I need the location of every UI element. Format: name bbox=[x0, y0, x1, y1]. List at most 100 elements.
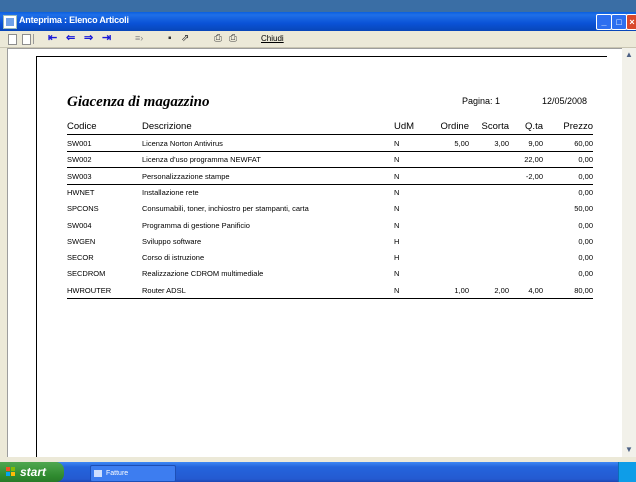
taskbar: start Fatture bbox=[0, 462, 636, 482]
table-row: SW004 Programma di gestione Panificio N 0,0… bbox=[37, 221, 607, 237]
cell-udm: H bbox=[394, 253, 400, 263]
title-bar[interactable]: Anteprima : Elenco Articoli _ □ × bbox=[0, 12, 636, 31]
column-header-codice: Codice bbox=[67, 121, 97, 132]
next-page-button[interactable]: ⇒ bbox=[84, 32, 93, 45]
report-date: 12/05/2008 bbox=[542, 96, 588, 106]
table-row: SW001 Licenza Norton Antivirus N 5,00 3,00 9,… bbox=[37, 139, 607, 155]
minimize-button[interactable]: _ bbox=[596, 14, 612, 30]
app-window-icon bbox=[3, 15, 17, 29]
column-header-prezzo: Prezzo bbox=[563, 121, 593, 132]
row-divider bbox=[67, 151, 593, 152]
toolbar-separator bbox=[33, 34, 34, 44]
cell-descrizione: Licenza Norton Antivirus bbox=[142, 139, 223, 148]
cell-prezzo: 0,00 bbox=[578, 236, 593, 246]
maximize-button[interactable]: □ bbox=[611, 14, 627, 30]
cell-codice: SPCONS bbox=[67, 204, 99, 214]
table-row: SWGEN Sviluppo software H 0,00 bbox=[37, 237, 607, 253]
single-page-icon[interactable] bbox=[8, 34, 17, 45]
vertical-scrollbar[interactable]: ▲ ▼ bbox=[622, 48, 636, 457]
scroll-down-icon[interactable]: ▼ bbox=[622, 443, 636, 457]
cell-descrizione: Router ADSL bbox=[142, 285, 186, 295]
cell-udm: N bbox=[394, 171, 400, 181]
cell-prezzo: 80,00 bbox=[574, 285, 593, 295]
taskbar-item-label: Fatture bbox=[106, 470, 129, 477]
windows-flag-icon bbox=[6, 467, 16, 477]
report-page: Giacenza di magazzino Pagina: 1 12/05/20… bbox=[36, 56, 607, 457]
cell-udm: N bbox=[394, 285, 400, 295]
cell-prezzo: 0,00 bbox=[578, 253, 593, 263]
cell-descrizione: Installazione rete bbox=[142, 187, 199, 197]
prev-page-button[interactable]: ⇐ bbox=[66, 32, 75, 45]
table-row: HWROUTER Router ADSL N 1,00 2,00 4,00 80,00 bbox=[37, 286, 607, 302]
window-title: Anteprima : Elenco Articoli bbox=[19, 15, 129, 25]
column-header-ordine: Ordine bbox=[440, 121, 469, 132]
cell-descrizione: Personalizzazione stampe bbox=[142, 171, 230, 181]
cell-prezzo: 50,00 bbox=[574, 204, 593, 214]
column-header-scorta: Scorta bbox=[481, 121, 509, 132]
taskbar-item-fatture[interactable]: Fatture bbox=[90, 465, 176, 482]
column-header-qta: Q.ta bbox=[525, 121, 543, 132]
column-header-descrizione: Descrizione bbox=[142, 121, 192, 132]
cell-scorta: 3,00 bbox=[494, 139, 509, 148]
cell-qta: 9,00 bbox=[528, 139, 543, 148]
table-row: HWNET Installazione rete N 0,00 bbox=[37, 188, 607, 204]
printer-icon[interactable]: ⎙ bbox=[214, 32, 222, 45]
cell-udm: N bbox=[394, 269, 400, 279]
cell-descrizione: Consumabili, toner, inchiostro per stamp… bbox=[142, 204, 309, 214]
last-page-button[interactable]: ⇥ bbox=[102, 32, 111, 45]
table-row: SW002 Licenza d'uso programma NEWFAT N 22,0… bbox=[37, 155, 607, 171]
system-tray[interactable] bbox=[618, 462, 636, 482]
cell-udm: N bbox=[394, 204, 400, 214]
cell-scorta: 2,00 bbox=[494, 285, 509, 295]
two-page-icon[interactable] bbox=[22, 34, 31, 45]
app-window-icon bbox=[94, 470, 102, 477]
cell-codice: SW003 bbox=[67, 171, 92, 181]
cell-prezzo: 0,00 bbox=[578, 269, 593, 279]
cell-codice: SECDROM bbox=[67, 269, 106, 279]
row-divider bbox=[67, 297, 593, 299]
save-disk-icon[interactable]: ▪ bbox=[168, 32, 172, 45]
preview-window: Anteprima : Elenco Articoli _ □ × ⇤ ⇐ ⇒ … bbox=[0, 12, 636, 474]
cell-codice: HWROUTER bbox=[67, 285, 112, 295]
table-row: SW003 Personalizzazione stampe N -2,00 0,00 bbox=[37, 172, 607, 188]
table-row: SPCONS Consumabili, toner, inchiostro per… bbox=[37, 204, 607, 220]
header-underline bbox=[67, 134, 593, 135]
cell-descrizione: Licenza d'uso programma NEWFAT bbox=[142, 155, 261, 165]
row-divider bbox=[67, 183, 593, 185]
cell-descrizione: Realizzazione CDROM multimediale bbox=[142, 269, 264, 279]
preview-toolbar: ⇤ ⇐ ⇒ ⇥ ≡› ▪ ⇗ ⎙ ⎙ Chiudi bbox=[0, 31, 636, 48]
cell-codice: HWNET bbox=[67, 187, 95, 197]
column-header-udm: UdM bbox=[394, 121, 415, 132]
cell-udm: N bbox=[394, 139, 400, 148]
cell-udm: N bbox=[394, 220, 400, 230]
start-label: start bbox=[20, 465, 47, 479]
printer-setup-icon[interactable]: ⎙ bbox=[229, 32, 237, 45]
cell-codice: SECOR bbox=[67, 253, 94, 263]
export-icon[interactable]: ⇗ bbox=[181, 32, 189, 45]
cell-codice: SWGEN bbox=[67, 236, 96, 246]
cell-qta: 4,00 bbox=[528, 285, 543, 295]
cell-codice: SW001 bbox=[67, 139, 92, 148]
cell-ordine: 5,00 bbox=[454, 139, 469, 148]
cell-udm: N bbox=[394, 187, 400, 197]
cell-udm: N bbox=[394, 155, 400, 165]
table-row: SECOR Corso di istruzione H 0,00 bbox=[37, 253, 607, 269]
cell-udm: H bbox=[394, 236, 400, 246]
scroll-up-icon[interactable]: ▲ bbox=[622, 48, 636, 62]
close-preview-button[interactable]: Chiudi bbox=[261, 32, 284, 45]
page-number: Pagina: 1 bbox=[462, 96, 501, 106]
goto-page-icon[interactable]: ≡› bbox=[135, 32, 143, 45]
cell-qta: 22,00 bbox=[524, 155, 543, 165]
cell-prezzo: 0,00 bbox=[578, 171, 593, 181]
cell-codice: SW004 bbox=[67, 220, 92, 230]
cell-qta: -2,00 bbox=[525, 171, 543, 181]
close-window-button[interactable]: × bbox=[626, 14, 636, 30]
desktop-background bbox=[0, 0, 636, 12]
first-page-button[interactable]: ⇤ bbox=[48, 32, 57, 45]
table-row: SECDROM Realizzazione CDROM multimediale N… bbox=[37, 269, 607, 285]
cell-prezzo: 60,00 bbox=[574, 139, 593, 148]
cell-descrizione: Corso di istruzione bbox=[142, 253, 205, 263]
report-title: Giacenza di magazzino bbox=[67, 94, 210, 110]
start-button[interactable]: start bbox=[0, 462, 64, 482]
cell-descrizione: Programma di gestione Panificio bbox=[142, 220, 250, 230]
